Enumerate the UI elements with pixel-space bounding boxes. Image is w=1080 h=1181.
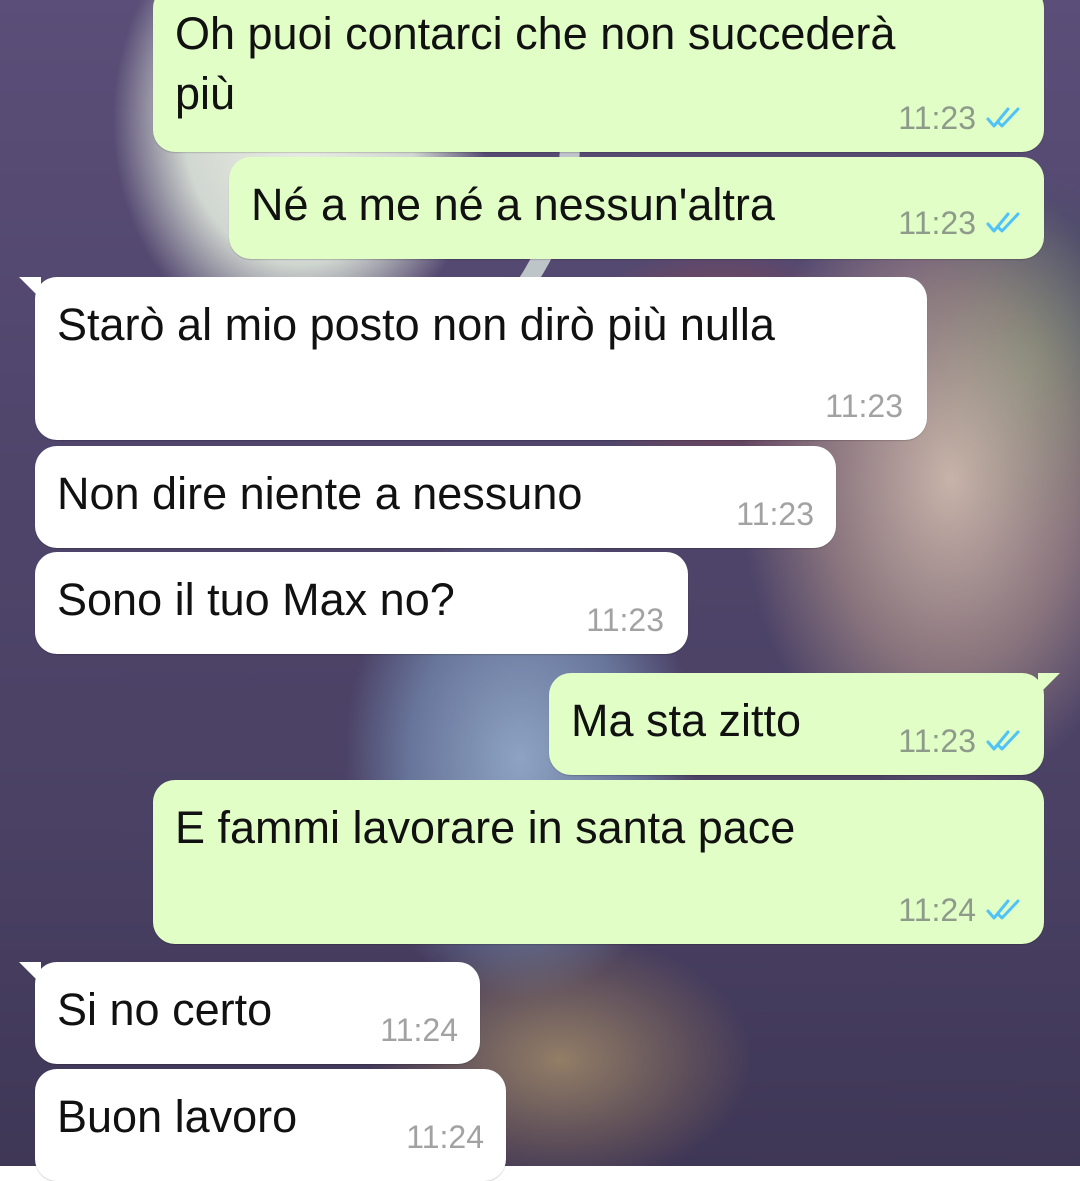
message-text: E fammi lavorare in santa pace [175,802,796,853]
message-text: Sono il tuo Max no? [57,574,455,625]
message-timestamp: 11:23 [586,602,664,638]
message-meta: 11:24 [898,892,1022,928]
message-text: Si no certo [57,984,273,1035]
message-meta: 11:23 [898,100,1022,136]
message-meta: 11:23 [898,723,1022,759]
message-text: Ma sta zitto [571,695,802,746]
message-meta: 11:23 [898,205,1022,241]
message-timestamp: 11:23 [898,205,976,241]
message-meta: 11:23 [586,602,664,638]
message-meta: 11:24 [406,1119,484,1155]
message-bubble-incoming[interactable]: Starò al mio posto non dirò più nulla 11… [19,277,927,440]
message-bubble-incoming[interactable]: Si no certo 11:24 [19,962,480,1064]
message-text: Non dire niente a nessuno [57,468,583,519]
message-text-line: Oh puoi contarci che non succederà [175,8,896,59]
message-bubble-outgoing[interactable]: E fammi lavorare in santa pace 11:24 [153,780,1044,944]
message-text: Buon lavoro [57,1091,298,1142]
message-timestamp: 11:23 [898,100,976,136]
message-timestamp: 11:24 [380,1012,458,1048]
message-bubble-incoming[interactable]: Buon lavoro 11:24 [35,1069,506,1181]
double-check-read-icon [986,899,1020,920]
double-check-read-icon [986,107,1020,128]
message-timestamp: 11:23 [898,723,976,759]
double-check-read-icon [986,730,1020,751]
message-timestamp: 11:24 [406,1119,484,1155]
message-meta: 11:23 [736,496,814,532]
message-bubble-outgoing[interactable]: Né a me né a nessun'altra 11:23 [229,157,1044,259]
message-timestamp: 11:23 [736,496,814,532]
message-bubble-incoming[interactable]: Sono il tuo Max no? 11:23 [35,552,688,654]
double-check-read-icon [986,212,1020,233]
message-bubble-outgoing[interactable]: Ma sta zitto 11:23 [549,673,1060,775]
message-timestamp: 11:23 [825,388,903,424]
message-bubble-outgoing[interactable]: Oh puoi contarci che non succederà più 1… [153,0,1044,152]
message-bubble-incoming[interactable]: Non dire niente a nessuno 11:23 [35,446,836,548]
message-text-line: più [175,68,236,119]
message-meta: 11:23 [825,388,903,424]
message-text: Né a me né a nessun'altra [251,179,775,230]
message-meta: 11:24 [380,1012,458,1048]
message-text: Starò al mio posto non dirò più nulla [57,299,775,350]
message-list[interactable]: Oh puoi contarci che non succederà più 1… [0,0,1080,1181]
message-timestamp: 11:24 [898,892,976,928]
